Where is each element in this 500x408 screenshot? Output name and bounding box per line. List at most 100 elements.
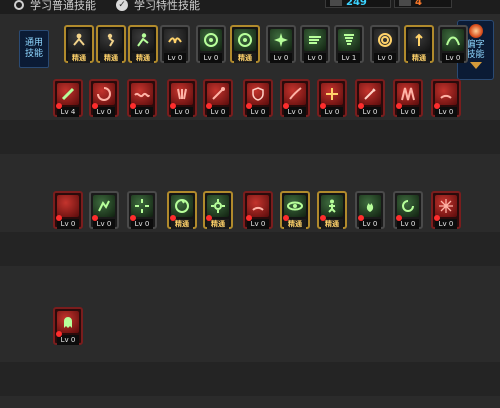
skill-slot[interactable]: 精通 (404, 25, 434, 63)
wing-icon (164, 29, 186, 51)
orbit-icon (284, 195, 306, 217)
alert-dot-icon (130, 215, 136, 221)
common-skills-tab[interactable]: 通用 技能 (19, 30, 49, 68)
skill-slot[interactable]: Lv 0 (243, 79, 273, 117)
alert-dot-icon (246, 103, 252, 109)
alert-dot-icon (396, 215, 402, 221)
skill-slot[interactable]: Lv 0 (196, 25, 226, 63)
alert-dot-icon (434, 103, 440, 109)
alert-dot-icon (396, 103, 402, 109)
alert-dot-icon (130, 103, 136, 109)
skill-slot[interactable]: Lv 0 (167, 79, 197, 117)
spin-icon (171, 195, 193, 217)
skill-slot[interactable]: Lv 0 (89, 191, 119, 229)
skill-slot[interactable]: Lv 0 (266, 25, 296, 63)
skill-slot[interactable]: Lv 0 (300, 25, 330, 63)
skill-slot[interactable]: Lv 0 (431, 191, 461, 229)
preferred-skills-label-line1: 偏字 (466, 40, 485, 50)
skill-slot[interactable]: 精通 (317, 191, 347, 229)
skill-slot[interactable]: Lv 0 (127, 191, 157, 229)
skill-slot[interactable]: Lv 1 (334, 25, 364, 63)
checkmark-icon: ✓ (116, 0, 128, 11)
skill-slot[interactable]: Lv 0 (53, 307, 83, 345)
skill-slot[interactable]: Lv 0 (53, 191, 83, 229)
sprint-icon (132, 29, 154, 51)
alert-dot-icon (170, 215, 176, 221)
alert-dot-icon (320, 103, 326, 109)
arc-icon (247, 195, 269, 217)
skill-slot[interactable]: Lv 0 (203, 79, 233, 117)
alert-dot-icon (358, 103, 364, 109)
alert-dot-icon (170, 103, 176, 109)
alert-dot-icon (283, 103, 289, 109)
skill-slot[interactable]: Lv 0 (393, 79, 423, 117)
row-band (0, 232, 500, 266)
skill-slot[interactable]: Lv 0 (355, 79, 385, 117)
skill-level-label: Lv 0 (200, 53, 222, 63)
alert-dot-icon (246, 215, 252, 221)
spikes-icon (397, 83, 419, 105)
skill-slot[interactable]: Lv 0 (280, 79, 310, 117)
blade-icon (284, 83, 306, 105)
skill-level-label: Lv 0 (304, 53, 326, 63)
skill-slot[interactable]: Lv 0 (355, 191, 385, 229)
preferred-skills-icon (468, 24, 483, 38)
skill-slot[interactable]: 精通 (64, 25, 94, 63)
skill-slot[interactable]: Lv 0 (127, 79, 157, 117)
common-skills-label-line2: 技能 (24, 49, 43, 59)
pose-icon (321, 195, 343, 217)
skill-points-counter: 249 (325, 0, 391, 8)
flame-icon (359, 195, 381, 217)
kneel-icon (100, 29, 122, 51)
ghost-icon (57, 311, 79, 333)
skill-points-value: 249 (346, 0, 367, 8)
skill-slot[interactable]: Lv 4 (53, 79, 83, 117)
skill-slot[interactable]: 精通 (167, 191, 197, 229)
alert-dot-icon (56, 215, 62, 221)
skill-points-icon (330, 0, 342, 6)
skill-slot[interactable]: 精通 (230, 25, 260, 63)
row-band (0, 362, 500, 396)
special-points-counter: 4 (394, 0, 452, 8)
skill-level-label: 精通 (408, 53, 430, 63)
meditate-icon (68, 29, 90, 51)
filter-special-skills[interactable]: ✓ 学习特性技能 (116, 0, 200, 13)
alert-dot-icon (92, 103, 98, 109)
alert-dot-icon (56, 331, 62, 337)
skill-slot[interactable]: Lv 0 (317, 79, 347, 117)
burst-icon (270, 29, 292, 51)
skill-slot[interactable]: Lv 0 (370, 25, 400, 63)
sword-icon (359, 83, 381, 105)
target-icon (234, 29, 256, 51)
skill-slot[interactable]: Lv 0 (438, 25, 468, 63)
rise-icon (408, 29, 430, 51)
skill-slot[interactable]: 精通 (280, 191, 310, 229)
skill-slot[interactable]: Lv 0 (393, 191, 423, 229)
skill-level-label: 精通 (68, 53, 90, 63)
skill-slot[interactable]: Lv 0 (243, 191, 273, 229)
alert-dot-icon (283, 215, 289, 221)
skill-slot[interactable]: Lv 0 (160, 25, 190, 63)
web-icon (435, 195, 457, 217)
radiate-icon (131, 195, 153, 217)
special-points-icon (399, 0, 411, 6)
alert-dot-icon (92, 215, 98, 221)
skill-level-label: 精通 (234, 53, 256, 63)
skill-slot[interactable]: Lv 0 (89, 79, 119, 117)
skill-slot[interactable]: 精通 (128, 25, 158, 63)
gear-icon (207, 195, 229, 217)
slash-icon (57, 83, 79, 105)
target-icon (200, 29, 222, 51)
expand-arrow-icon (469, 62, 482, 69)
skill-slot[interactable]: 精通 (203, 191, 233, 229)
sparkle-icon (321, 83, 343, 105)
skill-slot[interactable]: Lv 0 (431, 79, 461, 117)
filter-special-skills-label: 学习特性技能 (134, 0, 200, 12)
radio-icon (14, 0, 24, 10)
filter-normal-skills[interactable]: 学习普通技能 (14, 0, 96, 13)
kick-icon (207, 83, 229, 105)
row-band (0, 120, 500, 154)
leap-icon (442, 29, 464, 51)
skill-slot[interactable]: 精通 (96, 25, 126, 63)
skill-level-label: 精通 (132, 53, 154, 63)
